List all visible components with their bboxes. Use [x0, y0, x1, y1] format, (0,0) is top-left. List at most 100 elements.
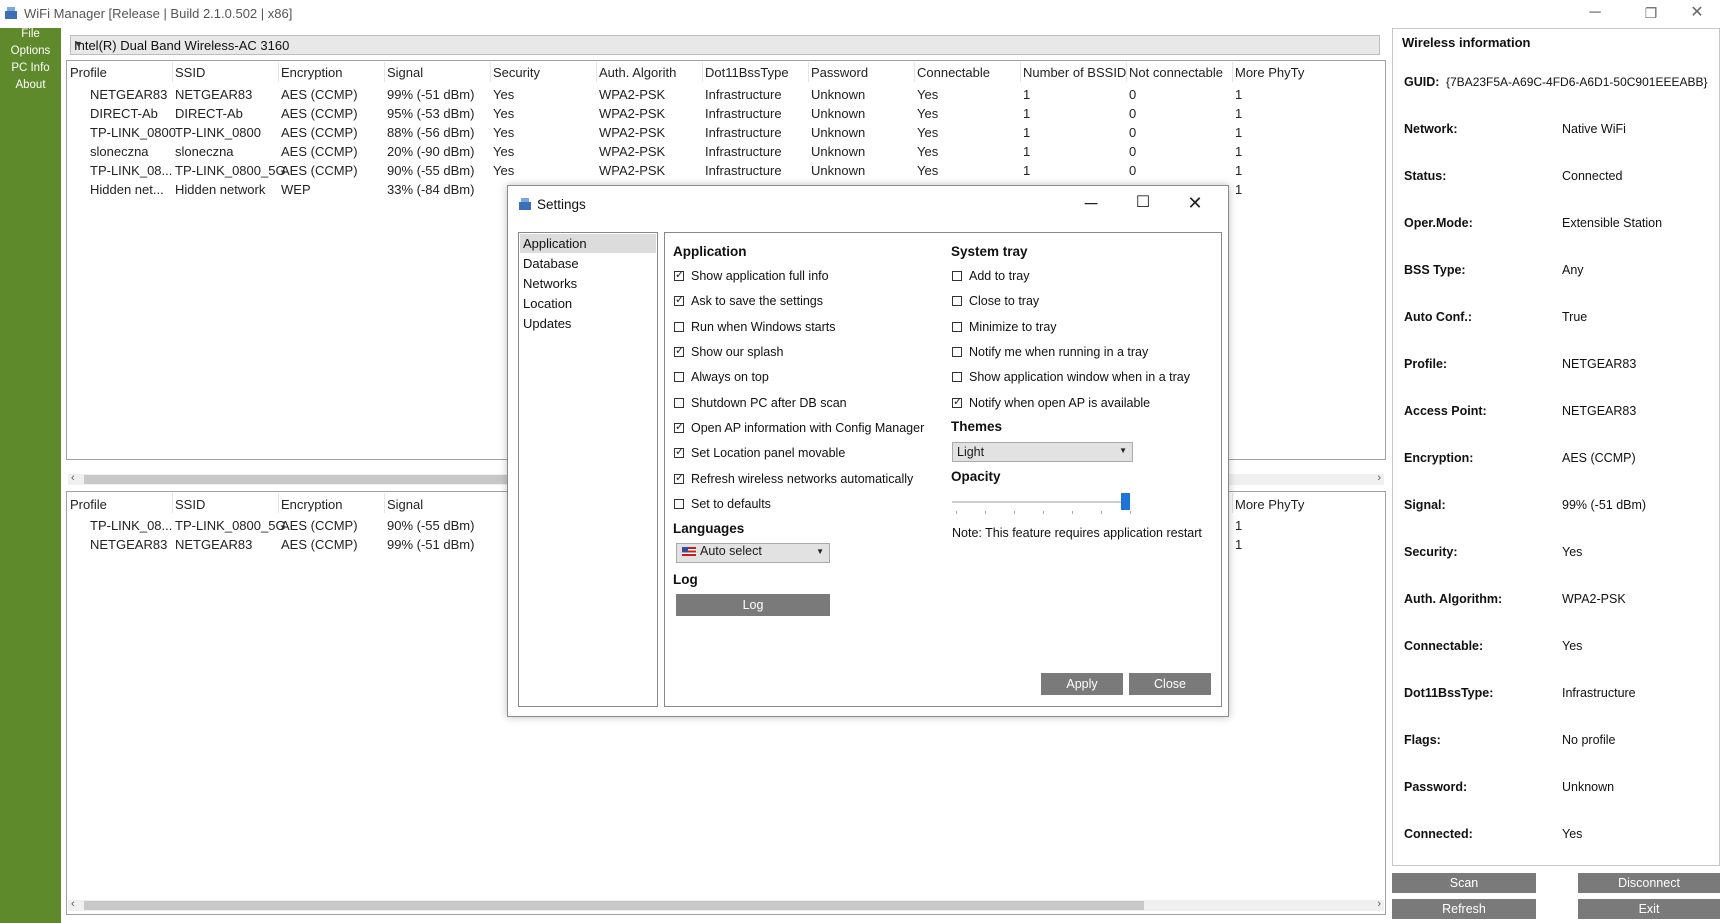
- checkbox[interactable]: [952, 372, 962, 382]
- checkbox[interactable]: [674, 499, 684, 509]
- profiles-table-scrollbar[interactable]: ‹ ›: [68, 898, 1384, 911]
- log-button[interactable]: Log: [676, 594, 830, 616]
- column-header[interactable]: More PhyTy: [1235, 497, 1381, 512]
- column-header[interactable]: Signal: [387, 65, 423, 80]
- dialog-close-button[interactable]: ✕: [1172, 188, 1218, 218]
- option-set-defaults[interactable]: Set to defaults: [674, 497, 771, 511]
- cell-signal: 33% (-84 dBm): [387, 182, 475, 197]
- chevron-down-icon: ▼: [74, 39, 83, 49]
- menu-options[interactable]: Options: [0, 45, 61, 57]
- column-header[interactable]: More PhyTy: [1235, 65, 1381, 80]
- option-shutdown-after-scan[interactable]: Shutdown PC after DB scan: [674, 396, 847, 410]
- chevron-left-icon[interactable]: ‹: [71, 472, 75, 484]
- checkbox[interactable]: [674, 398, 684, 408]
- column-header[interactable]: Signal: [387, 497, 423, 512]
- checkbox[interactable]: [952, 296, 962, 306]
- menu-pc-info[interactable]: PC Info: [0, 62, 61, 74]
- nav-item-networks[interactable]: Networks: [523, 276, 577, 291]
- nav-item-database[interactable]: Database: [523, 256, 579, 271]
- column-header[interactable]: Profile: [70, 65, 107, 80]
- settings-title: Settings: [537, 197, 586, 212]
- cell-connectable: Yes: [917, 163, 939, 178]
- checkbox[interactable]: [674, 322, 684, 332]
- scrollbar-thumb[interactable]: [84, 475, 554, 484]
- checkbox[interactable]: [674, 268, 684, 281]
- checkbox[interactable]: [952, 347, 962, 357]
- checkbox[interactable]: [952, 322, 962, 332]
- chevron-right-icon[interactable]: ›: [1377, 898, 1381, 910]
- dialog-minimize-button[interactable]: ─: [1068, 188, 1114, 218]
- checkbox[interactable]: [952, 395, 962, 408]
- column-header[interactable]: Encryption: [281, 65, 342, 80]
- column-header[interactable]: Security: [493, 65, 540, 80]
- menu-file[interactable]: File: [0, 28, 61, 40]
- column-header[interactable]: Not connectable: [1129, 65, 1223, 80]
- option-notify-open-ap[interactable]: Notify when open AP is available: [952, 395, 1150, 410]
- option-open-ap-config[interactable]: Open AP information with Config Manager: [674, 420, 924, 435]
- cell-ssid: NETGEAR83: [175, 87, 253, 102]
- nav-item-location[interactable]: Location: [523, 296, 572, 311]
- column-header[interactable]: Number of BSSID: [1023, 65, 1126, 80]
- checkbox[interactable]: [674, 372, 684, 382]
- cell-bsstype: Infrastructure: [705, 106, 782, 121]
- theme-select[interactable]: Light ▼: [952, 442, 1133, 462]
- checkbox[interactable]: [674, 445, 684, 458]
- disconnect-button[interactable]: Disconnect: [1578, 873, 1720, 893]
- chevron-down-icon: ▼: [816, 547, 824, 556]
- option-notify-running-tray[interactable]: Notify me when running in a tray: [952, 345, 1148, 359]
- info-label: Auth. Algorithm:: [1404, 592, 1503, 606]
- exit-button[interactable]: Exit: [1578, 899, 1720, 919]
- option-auto-refresh[interactable]: Refresh wireless networks automatically: [674, 471, 913, 486]
- option-always-on-top[interactable]: Always on top: [674, 370, 769, 384]
- scan-button[interactable]: Scan: [1392, 873, 1536, 893]
- checkbox[interactable]: [952, 271, 962, 281]
- option-show-full-info[interactable]: Show application full info: [674, 268, 829, 283]
- option-close-to-tray[interactable]: Close to tray: [952, 294, 1039, 308]
- cell-password: Unknown: [811, 125, 866, 140]
- cell-connectable: Yes: [917, 144, 939, 159]
- option-add-to-tray[interactable]: Add to tray: [952, 269, 1029, 283]
- column-header[interactable]: Connectable: [917, 65, 990, 80]
- checkbox[interactable]: [674, 344, 684, 357]
- chevron-right-icon[interactable]: ›: [1377, 472, 1381, 484]
- info-label: Signal:: [1404, 498, 1446, 512]
- checkbox[interactable]: [674, 471, 684, 484]
- checkbox[interactable]: [674, 293, 684, 306]
- checkbox[interactable]: [674, 420, 684, 433]
- info-value: Yes: [1562, 639, 1583, 653]
- option-show-splash[interactable]: Show our splash: [674, 344, 783, 359]
- adapter-select[interactable]: Intel(R) Dual Band Wireless-AC 3160 ▼: [70, 35, 1380, 55]
- scrollbar-thumb[interactable]: [84, 901, 1144, 910]
- restore-button[interactable]: ❐: [1628, 0, 1674, 28]
- close-button[interactable]: ✕: [1674, 0, 1720, 28]
- cell-ssid: DIRECT-Ab: [175, 106, 243, 121]
- cell-encryption: AES (CCMP): [281, 537, 358, 552]
- title-bar: WiFi Manager [Release | Build 2.1.0.502 …: [0, 0, 1720, 28]
- option-show-window-tray[interactable]: Show application window when in a tray: [952, 370, 1190, 384]
- column-header[interactable]: Dot11BssType: [705, 65, 789, 80]
- column-header[interactable]: Encryption: [281, 497, 342, 512]
- info-label: Password:: [1404, 780, 1468, 794]
- column-header[interactable]: SSID: [175, 65, 205, 80]
- nav-item-application[interactable]: Application: [523, 236, 587, 251]
- opacity-slider-thumb[interactable]: [1121, 493, 1130, 510]
- menu-about[interactable]: About: [0, 79, 61, 91]
- window-title: WiFi Manager [Release | Build 2.1.0.502 …: [24, 6, 293, 21]
- option-run-startup[interactable]: Run when Windows starts: [674, 320, 836, 334]
- apply-button[interactable]: Apply: [1041, 673, 1123, 695]
- refresh-button[interactable]: Refresh: [1392, 899, 1536, 919]
- option-ask-save[interactable]: Ask to save the settings: [674, 293, 823, 308]
- column-header[interactable]: Profile: [70, 497, 107, 512]
- option-minimize-to-tray[interactable]: Minimize to tray: [952, 320, 1057, 334]
- column-header[interactable]: SSID: [175, 497, 205, 512]
- minimize-button[interactable]: ─: [1572, 0, 1618, 28]
- settings-close-button[interactable]: Close: [1129, 673, 1211, 695]
- nav-item-updates[interactable]: Updates: [523, 316, 571, 331]
- option-location-movable[interactable]: Set Location panel movable: [674, 445, 845, 460]
- dialog-maximize-button[interactable]: ☐: [1120, 188, 1166, 218]
- language-select[interactable]: Auto select ▼: [676, 543, 830, 563]
- chevron-left-icon[interactable]: ‹: [71, 898, 75, 910]
- cell-auth: WPA2-PSK: [599, 125, 666, 140]
- column-header[interactable]: Auth. Algorith: [599, 65, 676, 80]
- column-header[interactable]: Password: [811, 65, 868, 80]
